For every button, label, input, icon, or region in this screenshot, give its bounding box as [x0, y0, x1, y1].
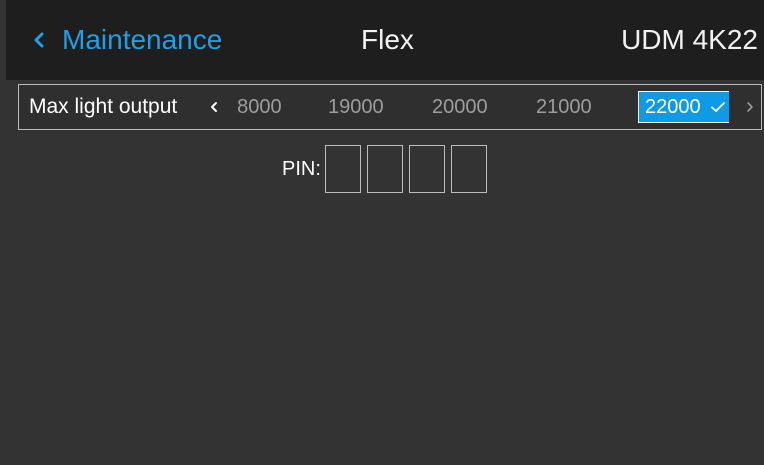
value-option[interactable]: 18000 [236, 85, 298, 129]
pin-digit-1[interactable] [324, 145, 361, 193]
value-option[interactable]: 19000 [328, 85, 384, 129]
pin-label: PIN: [282, 157, 321, 180]
value-option[interactable]: 20000 [432, 85, 488, 129]
device-name: UDM 4K22 [621, 24, 758, 55]
screen: Maintenance Flex UDM 4K22 Max light outp… [6, 0, 764, 465]
page-title: Flex [361, 24, 414, 55]
chevron-left-icon[interactable] [204, 97, 224, 117]
value-option[interactable]: 21000 [536, 85, 592, 129]
pin-digit-3[interactable] [408, 145, 445, 193]
check-icon [710, 102, 725, 112]
back-label: Maintenance [62, 24, 223, 55]
value-carousel[interactable]: 18000 19000 20000 21000 22000 [224, 85, 729, 129]
pin-digit-4[interactable] [450, 145, 487, 193]
max-light-output-row[interactable]: Max light output 18000 19000 20000 21000… [18, 84, 762, 130]
chevron-right-icon[interactable] [741, 97, 759, 117]
chevron-left-icon [34, 32, 44, 48]
pin-digit-2[interactable] [366, 145, 403, 193]
selected-value[interactable]: 22000 [638, 91, 729, 123]
header-bar: Maintenance Flex UDM 4K22 [6, 0, 764, 80]
selected-value-text: 22000 [645, 95, 701, 118]
pin-entry: PIN: [282, 144, 493, 194]
back-button[interactable]: Maintenance [26, 20, 222, 60]
setting-label: Max light output [29, 95, 178, 118]
